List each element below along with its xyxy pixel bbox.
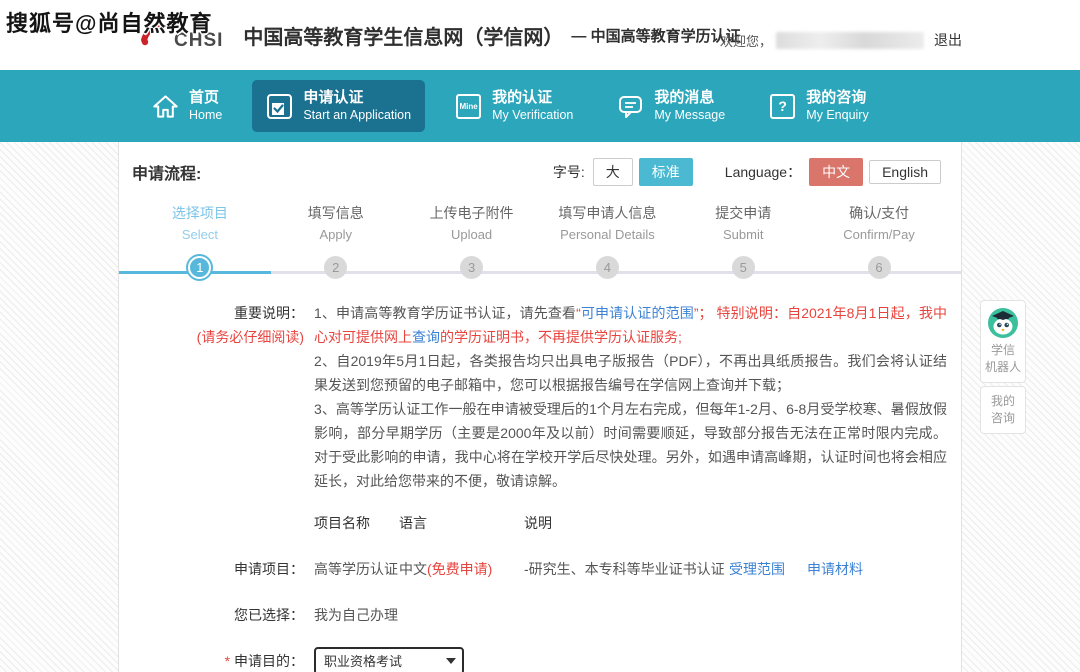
nav-verification-en: My Verification xyxy=(492,107,573,124)
project-description: -研究生、本专科等毕业证书认证 xyxy=(524,557,729,581)
step-circle-4: 4 xyxy=(596,256,619,279)
main-nav: 首页 Home 申请认证 Start an Application Mine 我… xyxy=(0,70,1080,142)
site-title: 中国高等教育学生信息网（学信网） xyxy=(243,21,563,50)
nav-enquiry-zh: 我的咨询 xyxy=(806,88,869,107)
step-circle-6: 6 xyxy=(868,256,891,279)
message-bubble-icon xyxy=(617,93,644,120)
notes-sublabel: (请务必仔细阅读) xyxy=(132,325,304,349)
nav-enquiry-en: My Enquiry xyxy=(806,107,869,124)
apply-project-label: 申请项目： xyxy=(132,557,304,581)
nav-verification-zh: 我的认证 xyxy=(492,88,573,107)
step-apply: 填写信息 Apply 2 xyxy=(268,202,404,279)
lang-english-button[interactable]: English xyxy=(869,160,941,184)
robot-label-line2: 机器人 xyxy=(983,359,1023,376)
nav-item-my-verification[interactable]: Mine 我的认证 My Verification xyxy=(441,80,587,132)
question-box-icon: ? xyxy=(769,93,796,120)
purpose-select[interactable]: 职业资格考试 xyxy=(314,647,464,672)
project-table-row: 申请项目： 高等学历认证 中文(免费申请) -研究生、本专科等毕业证书认证 受理… xyxy=(132,557,947,581)
step-indicator: 选择项目 Select 1 填写信息 Apply 2 上传电子附件 Upload… xyxy=(132,202,947,279)
project-name: 高等学历认证 xyxy=(314,557,399,581)
nav-item-my-enquiry[interactable]: ? 我的咨询 My Enquiry xyxy=(755,80,883,132)
nav-item-home[interactable]: 首页 Home xyxy=(138,80,236,132)
application-materials-link[interactable]: 申请材料 xyxy=(807,557,863,581)
selected-label: 您已选择： xyxy=(132,603,304,627)
enquiry-label-line2: 咨询 xyxy=(983,410,1023,427)
font-standard-button[interactable]: 标准 xyxy=(639,158,693,186)
enquiry-label-line1: 我的 xyxy=(983,393,1023,410)
step-circle-3: 3 xyxy=(460,256,483,279)
step-upload: 上传电子附件 Upload 3 xyxy=(404,202,540,279)
nav-apply-zh: 申请认证 xyxy=(303,88,411,107)
project-language: 中文(免费申请) xyxy=(399,557,524,581)
font-size-label: 字号: xyxy=(553,162,585,182)
watermark: 搜狐号@尚自然教育 xyxy=(6,6,212,38)
step-circle-1: 1 xyxy=(188,256,211,279)
nav-apply-en: Start an Application xyxy=(303,107,411,124)
main-area: 申请流程: 字号: 大 标准 Language： 中文 English 选择项目… xyxy=(0,142,1080,672)
nav-message-en: My Message xyxy=(654,107,725,124)
nav-message-zh: 我的消息 xyxy=(654,88,725,107)
note-paragraph-1: 1、申请高等教育学历证书认证，请先查看“可申请认证的范围”； 特别说明：自202… xyxy=(314,301,947,349)
selection-row: 您已选择： 我为自己办理 xyxy=(132,603,947,627)
logout-link[interactable]: 退出 xyxy=(934,30,962,50)
step-submit: 提交申请 Submit 5 xyxy=(675,202,811,279)
step-circle-2: 2 xyxy=(324,256,347,279)
robot-avatar-icon xyxy=(987,307,1019,339)
note-paragraph-3: 3、高等学历认证工作一般在申请被受理后的1个月左右完成，但每年1-2月、6-8月… xyxy=(314,397,947,493)
step-select: 选择项目 Select 1 xyxy=(132,202,268,279)
mine-box-icon: Mine xyxy=(455,93,482,120)
home-icon xyxy=(152,93,179,120)
content-panel: 申请流程: 字号: 大 标准 Language： 中文 English 选择项目… xyxy=(118,142,962,672)
welcome-text: 欢迎您， xyxy=(720,31,772,50)
lang-chinese-button[interactable]: 中文 xyxy=(809,158,863,186)
col-language: 语言 xyxy=(399,511,524,535)
language-label: Language： xyxy=(725,162,801,182)
nav-home-en: Home xyxy=(189,107,222,124)
robot-label-line1: 学信 xyxy=(983,342,1023,359)
note-paragraph-2: 2、自2019年5月1日起，各类报告均只出具电子版报告（PDF），不再出具纸质报… xyxy=(314,349,947,397)
page-title: 申请流程: xyxy=(132,160,201,184)
site-subtitle: — 中国高等教育学历认证 xyxy=(571,25,740,46)
nav-home-zh: 首页 xyxy=(189,88,222,107)
nav-item-my-message[interactable]: 我的消息 My Message xyxy=(603,80,739,132)
col-project-name: 项目名称 xyxy=(314,511,399,535)
my-enquiry-widget[interactable]: 我的 咨询 xyxy=(980,386,1026,434)
step-personal-details: 填写申请人信息 Personal Details 4 xyxy=(539,202,675,279)
checkbox-check-icon xyxy=(266,93,293,120)
important-notes: 重要说明： (请务必仔细阅读) 1、申请高等教育学历证书认证，请先查看“可申请认… xyxy=(132,301,947,493)
selected-value: 我为自己办理 xyxy=(314,603,947,627)
acceptance-scope-link[interactable]: 受理范围 xyxy=(729,557,785,581)
purpose-row: * 申请目的： 职业资格考试 xyxy=(132,647,947,672)
step-confirm-pay: 确认/支付 Confirm/Pay 6 xyxy=(811,202,947,279)
notes-label: 重要说明： xyxy=(132,301,304,325)
online-query-link[interactable]: 查询 xyxy=(412,329,440,345)
font-large-button[interactable]: 大 xyxy=(593,158,633,186)
purpose-label: * 申请目的： xyxy=(132,649,304,672)
chsi-robot-widget[interactable]: 学信 机器人 xyxy=(980,300,1026,383)
scope-of-application-link[interactable]: 可申请认证的范围 xyxy=(581,305,694,321)
project-table-header: 项目名称 语言 说明 xyxy=(132,511,947,535)
step-circle-5: 5 xyxy=(732,256,755,279)
nav-item-start-application[interactable]: 申请认证 Start an Application xyxy=(252,80,425,132)
page-header: 搜狐号@尚自然教育 CHSI 中国高等教育学生信息网（学信网） — 中国高等教育… xyxy=(0,0,1080,70)
col-description: 说明 xyxy=(524,511,947,535)
username-redacted xyxy=(776,32,924,49)
